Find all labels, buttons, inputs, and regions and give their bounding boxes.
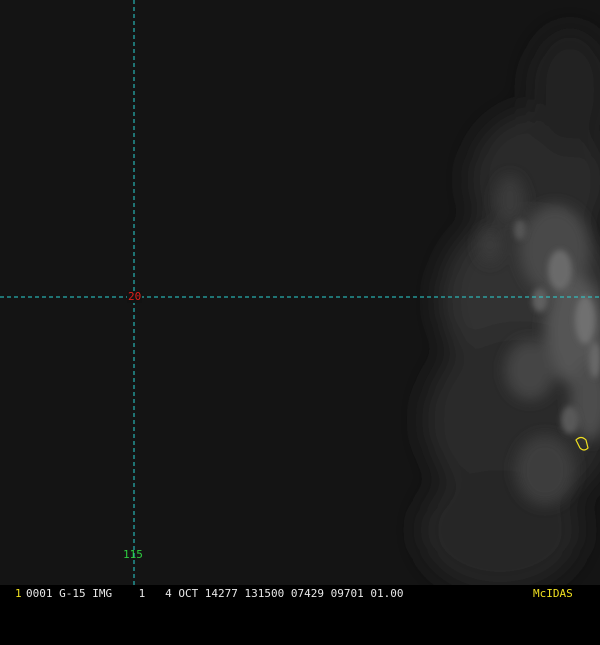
status-bar: 1 0001 G-15 IMG 1 4 OCT 14277 131500 074… <box>0 585 600 600</box>
longitude-label: 115 <box>123 548 143 561</box>
mcidas-brand-label: McIDAS <box>533 587 573 600</box>
satellite-imagery <box>0 0 600 585</box>
satellite-image-viewer[interactable]: 20 115 <box>0 0 600 600</box>
product-info: 0001 G-15 IMG 1 4 OCT 14277 131500 07429… <box>26 587 404 600</box>
frame-number: 1 <box>15 587 22 600</box>
latitude-label: 20 <box>127 290 143 303</box>
